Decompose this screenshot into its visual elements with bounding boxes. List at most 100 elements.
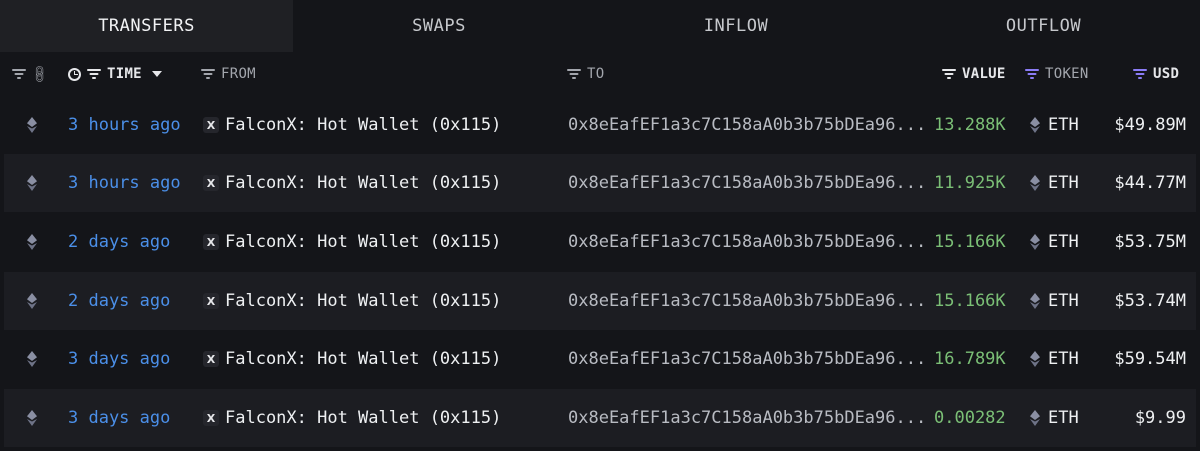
from-entity-name[interactable]: FalconX: Hot Wallet (0x115)	[225, 291, 501, 311]
clock-icon	[68, 67, 81, 81]
falconx-icon: X	[203, 410, 219, 426]
token-cell[interactable]: ETH	[1030, 213, 1079, 271]
time-column-header[interactable]: TIME	[68, 52, 162, 96]
falconx-icon: X	[203, 175, 219, 191]
time-cell[interactable]: 3 days ago	[68, 330, 170, 388]
usd-column-header[interactable]: USD	[1133, 52, 1179, 96]
token-column-label: TOKEN	[1045, 66, 1089, 82]
usd-column-label: USD	[1153, 66, 1180, 82]
chain-filter-icon[interactable]	[12, 69, 26, 79]
table-row[interactable]: 3 days ago X FalconX: Hot Wallet (0x115)…	[4, 330, 1196, 388]
tab-inflow[interactable]: INFLOW	[585, 0, 887, 52]
from-cell[interactable]: X FalconX: Hot Wallet (0x115)	[203, 389, 501, 447]
time-cell[interactable]: 3 days ago	[68, 389, 170, 447]
from-filter-icon[interactable]	[201, 69, 215, 79]
from-column-label: FROM	[221, 66, 256, 82]
token-cell[interactable]: ETH	[1030, 272, 1079, 330]
from-cell[interactable]: X FalconX: Hot Wallet (0x115)	[203, 213, 501, 271]
value-column-header[interactable]: VALUE	[942, 52, 1006, 96]
token-symbol: ETH	[1048, 408, 1079, 428]
to-address[interactable]: 0x8eEafEF1a3c7C158aA0b3b75bDEa96...	[568, 272, 926, 330]
value-cell: 11.925K	[934, 173, 1006, 193]
token-column-header[interactable]: TOKEN	[1025, 52, 1089, 96]
ethereum-icon	[1030, 410, 1040, 426]
chain-column-header: 🔗︎	[12, 52, 51, 96]
time-cell[interactable]: 3 hours ago	[68, 154, 181, 212]
tab-outflow[interactable]: OUTFLOW	[887, 0, 1200, 52]
value-cell: 15.166K	[934, 291, 1006, 311]
to-column-header[interactable]: TO	[567, 52, 604, 96]
from-entity-name[interactable]: FalconX: Hot Wallet (0x115)	[225, 232, 501, 252]
ethereum-icon	[1030, 351, 1040, 367]
tab-bar: TRANSFERS SWAPS INFLOW OUTFLOW	[0, 0, 1200, 52]
from-cell[interactable]: X FalconX: Hot Wallet (0x115)	[203, 330, 501, 388]
from-entity-name[interactable]: FalconX: Hot Wallet (0x115)	[225, 408, 501, 428]
to-address[interactable]: 0x8eEafEF1a3c7C158aA0b3b75bDEa96...	[568, 330, 926, 388]
time-filter-icon[interactable]	[87, 69, 101, 79]
token-cell[interactable]: ETH	[1030, 96, 1079, 154]
usd-cell: $9.99	[1134, 408, 1186, 428]
time-cell[interactable]: 3 hours ago	[68, 96, 181, 154]
chain-cell	[27, 330, 37, 388]
value-cell: 15.166K	[934, 232, 1006, 252]
token-cell[interactable]: ETH	[1030, 389, 1079, 447]
time-column-label: TIME	[107, 66, 142, 82]
table-row[interactable]: 2 days ago X FalconX: Hot Wallet (0x115)…	[4, 213, 1196, 271]
to-address[interactable]: 0x8eEafEF1a3c7C158aA0b3b75bDEa96...	[568, 96, 926, 154]
value-cell: 0.00282	[934, 408, 1006, 428]
usd-cell: $59.54M	[1114, 349, 1186, 369]
from-column-header[interactable]: FROM	[201, 52, 256, 96]
ethereum-icon	[1030, 234, 1040, 250]
table-row[interactable]: 3 hours ago X FalconX: Hot Wallet (0x115…	[4, 96, 1196, 154]
from-entity-name[interactable]: FalconX: Hot Wallet (0x115)	[225, 173, 501, 193]
sort-caret-down-icon[interactable]	[151, 71, 162, 77]
to-address[interactable]: 0x8eEafEF1a3c7C158aA0b3b75bDEa96...	[568, 154, 926, 212]
from-cell[interactable]: X FalconX: Hot Wallet (0x115)	[203, 272, 501, 330]
chain-cell	[27, 154, 37, 212]
token-cell[interactable]: ETH	[1030, 330, 1079, 388]
ethereum-icon	[27, 234, 37, 250]
chain-cell	[27, 389, 37, 447]
falconx-icon: X	[203, 234, 219, 250]
to-filter-icon[interactable]	[567, 69, 581, 79]
usd-cell: $44.77M	[1114, 173, 1186, 193]
usd-cell: $49.89M	[1114, 115, 1186, 135]
value-cell: 16.789K	[934, 349, 1006, 369]
link-icon[interactable]: 🔗︎	[29, 63, 51, 85]
token-filter-icon[interactable]	[1025, 69, 1039, 79]
from-entity-name[interactable]: FalconX: Hot Wallet (0x115)	[225, 349, 501, 369]
ethereum-icon	[27, 175, 37, 191]
ethereum-icon	[1030, 175, 1040, 191]
from-cell[interactable]: X FalconX: Hot Wallet (0x115)	[203, 96, 501, 154]
to-address[interactable]: 0x8eEafEF1a3c7C158aA0b3b75bDEa96...	[568, 213, 926, 271]
token-cell[interactable]: ETH	[1030, 154, 1079, 212]
usd-cell: $53.74M	[1114, 291, 1186, 311]
table-header: 🔗︎ TIME FROM TO VALUE TOKEN USD	[0, 52, 1200, 96]
usd-cell: $53.75M	[1114, 232, 1186, 252]
from-entity-name[interactable]: FalconX: Hot Wallet (0x115)	[225, 115, 501, 135]
ethereum-icon	[1030, 117, 1040, 133]
time-cell[interactable]: 2 days ago	[68, 272, 170, 330]
token-symbol: ETH	[1048, 349, 1079, 369]
falconx-icon: X	[203, 293, 219, 309]
to-column-label: TO	[587, 66, 605, 82]
from-cell[interactable]: X FalconX: Hot Wallet (0x115)	[203, 154, 501, 212]
value-cell: 13.288K	[934, 115, 1006, 135]
chain-cell	[27, 213, 37, 271]
to-address[interactable]: 0x8eEafEF1a3c7C158aA0b3b75bDEa96...	[568, 389, 926, 447]
table-row[interactable]: 3 hours ago X FalconX: Hot Wallet (0x115…	[4, 154, 1196, 212]
token-symbol: ETH	[1048, 232, 1079, 252]
tab-transfers[interactable]: TRANSFERS	[0, 0, 293, 52]
ethereum-icon	[27, 351, 37, 367]
ethereum-icon	[27, 117, 37, 133]
token-symbol: ETH	[1048, 173, 1079, 193]
token-symbol: ETH	[1048, 115, 1079, 135]
time-cell[interactable]: 2 days ago	[68, 213, 170, 271]
tab-swaps[interactable]: SWAPS	[293, 0, 585, 52]
table-row[interactable]: 2 days ago X FalconX: Hot Wallet (0x115)…	[4, 272, 1196, 330]
usd-filter-icon[interactable]	[1133, 69, 1147, 79]
table-row[interactable]: 3 days ago X FalconX: Hot Wallet (0x115)…	[4, 389, 1196, 447]
value-filter-icon[interactable]	[942, 69, 956, 79]
ethereum-icon	[1030, 293, 1040, 309]
ethereum-icon	[27, 293, 37, 309]
